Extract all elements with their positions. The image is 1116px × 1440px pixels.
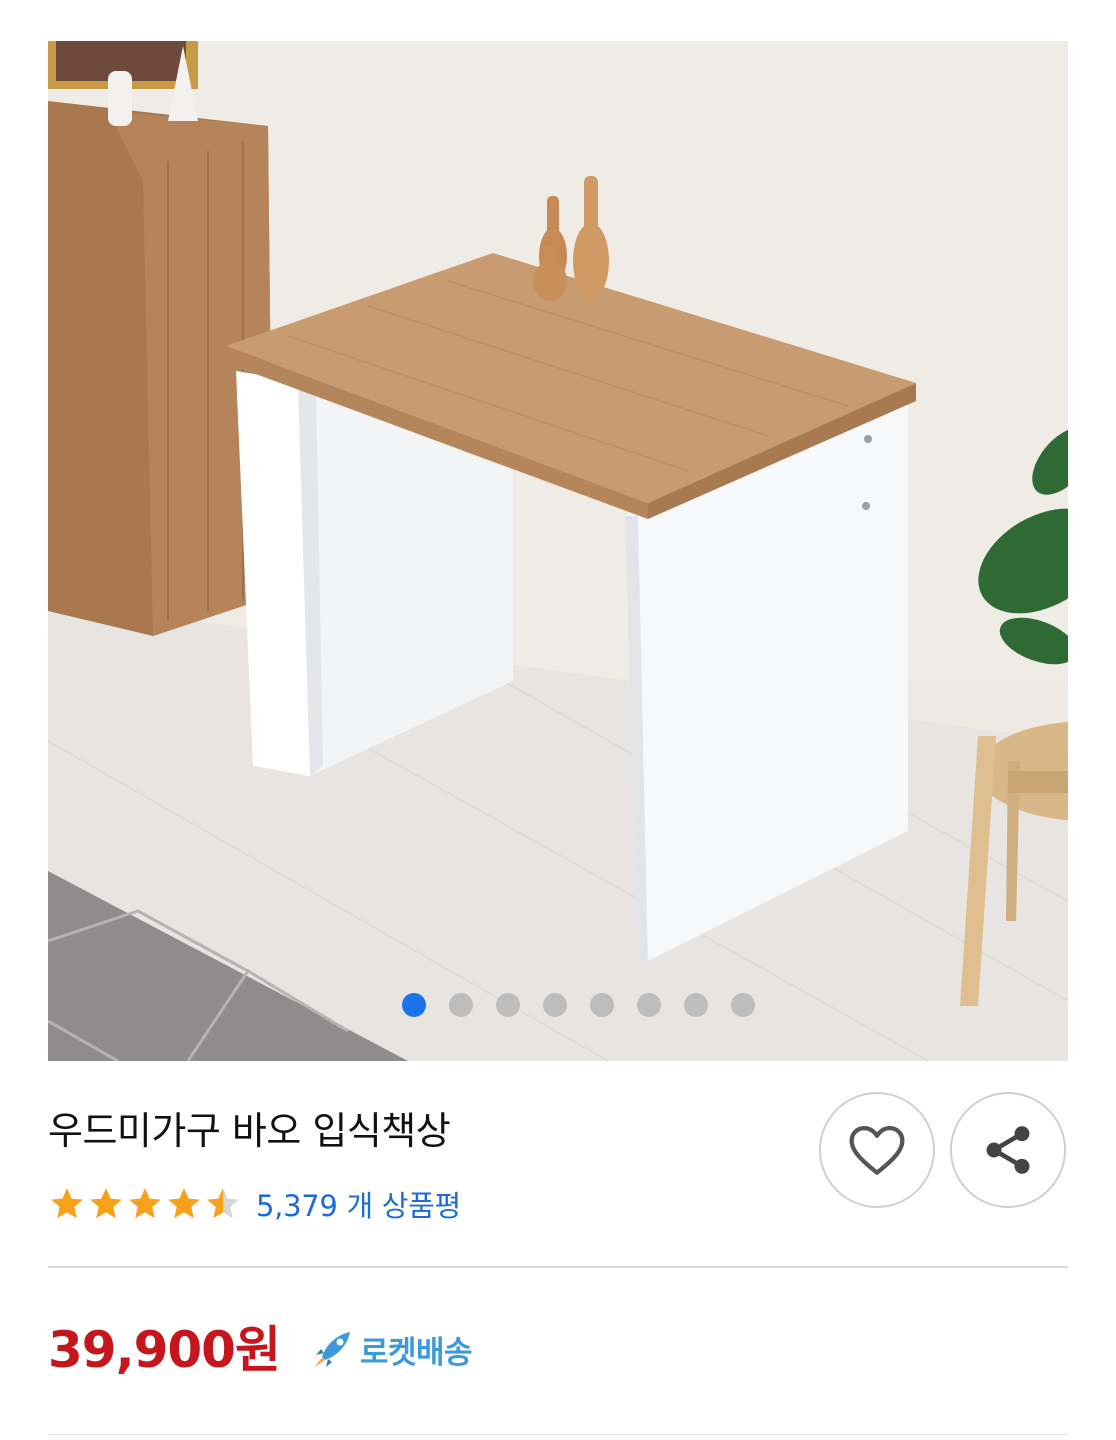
rating-row[interactable]: 5,379 개 상품평 [48,1180,461,1228]
star-icon [129,1188,161,1219]
star-icon [168,1188,200,1219]
star-icon [51,1188,83,1219]
carousel-dot[interactable] [542,993,567,1017]
heart-outline-icon [849,1126,905,1175]
star-icon [207,1188,239,1219]
review-count-link[interactable]: 5,379 개 상품평 [256,1183,461,1225]
carousel-indicator[interactable] [48,993,1068,1017]
divider [48,1434,1068,1435]
rocket-icon [314,1332,350,1367]
share-button[interactable] [950,1092,1066,1208]
product-price: 39,900원 [48,1321,281,1379]
rocket-delivery-label: 로켓배송 [360,1334,473,1371]
star-icon [90,1188,122,1219]
rocket-delivery-badge: 로켓배송 [312,1325,473,1373]
like-button[interactable] [819,1092,935,1208]
desk-photo [48,41,1068,1061]
divider [48,1266,1068,1268]
carousel-dot[interactable] [448,993,473,1017]
product-title: 우드미가구 바오 입식책상 [48,1109,451,1153]
product-image[interactable] [48,41,1068,1061]
carousel-dot[interactable] [401,993,426,1017]
carousel-dot[interactable] [636,993,661,1017]
carousel-dot[interactable] [683,993,708,1017]
carousel-dot[interactable] [730,993,755,1017]
carousel-dot[interactable] [589,993,614,1017]
star-rating [48,1185,242,1223]
share-icon [986,1126,1030,1174]
carousel-dot[interactable] [495,993,520,1017]
